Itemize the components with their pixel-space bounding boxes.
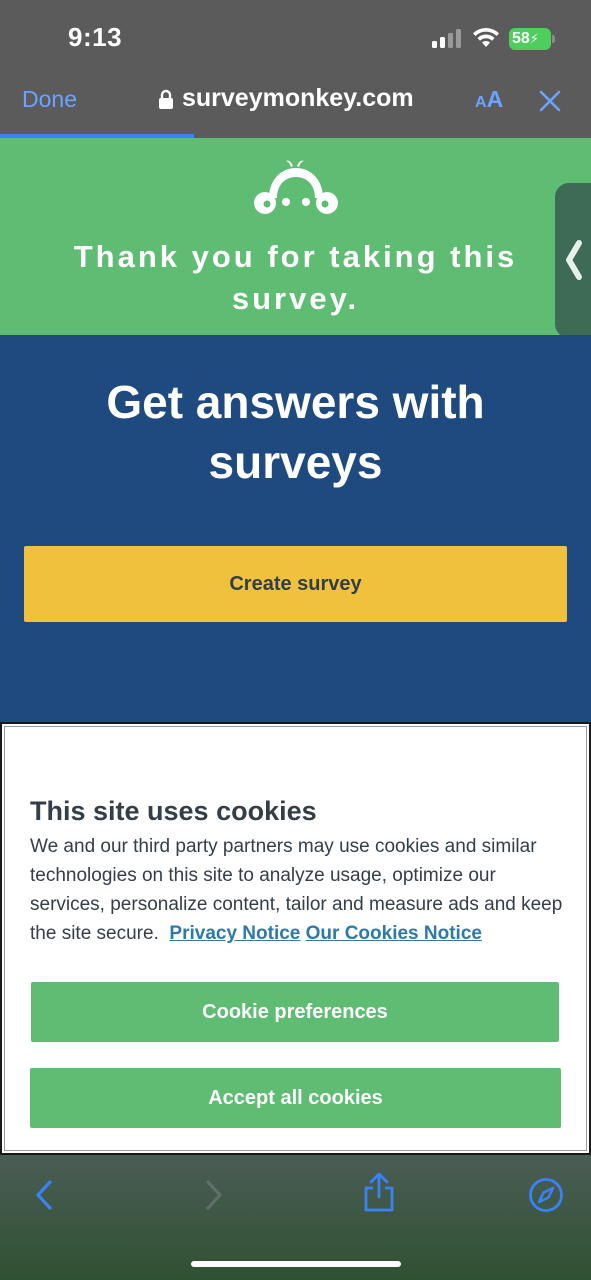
hero-title: Get answers with surveys	[106, 376, 485, 488]
text-size-button[interactable]: AA	[475, 86, 503, 113]
lock-icon	[159, 89, 173, 109]
battery-level: 58	[512, 30, 530, 47]
status-time: 9:13	[68, 22, 123, 52]
battery-charging-icon: 58⚡	[509, 28, 555, 50]
cookie-preferences-button[interactable]: Cookie preferences	[31, 982, 559, 1042]
compass-icon[interactable]	[528, 1177, 564, 1213]
privacy-notice-link[interactable]: Privacy Notice	[169, 923, 300, 944]
surveymonkey-logo-icon	[254, 160, 338, 214]
side-drawer-tab[interactable]	[555, 183, 591, 338]
wifi-icon	[473, 27, 499, 47]
home-indicator[interactable]	[191, 1261, 401, 1267]
close-icon[interactable]	[538, 89, 562, 113]
create-survey-button[interactable]: Create survey	[24, 546, 567, 622]
cookie-body: We and our third party partners may use …	[30, 832, 570, 948]
text-size-large-label: A	[486, 86, 504, 112]
address-bar[interactable]: surveymonkey.com	[158, 84, 414, 113]
cookies-notice-link[interactable]: Our Cookies Notice	[306, 923, 482, 944]
cellular-signal-icon	[432, 29, 462, 48]
cookie-title: This site uses cookies	[30, 796, 317, 826]
done-button[interactable]: Done	[22, 86, 77, 113]
accept-all-cookies-button[interactable]: Accept all cookies	[30, 1068, 561, 1128]
chevron-left-icon	[566, 240, 582, 280]
banner-title: Thank you for taking this survey.	[73, 239, 518, 316]
text-size-small-label: A	[475, 94, 487, 111]
url-text: surveymonkey.com	[182, 84, 414, 112]
share-icon[interactable]	[362, 1172, 396, 1212]
back-arrow-icon[interactable]	[34, 1180, 54, 1210]
browser-chrome: 9:13 58⚡ Done surveymonkey.com AA	[0, 0, 591, 138]
forward-arrow-icon[interactable]	[204, 1180, 224, 1210]
